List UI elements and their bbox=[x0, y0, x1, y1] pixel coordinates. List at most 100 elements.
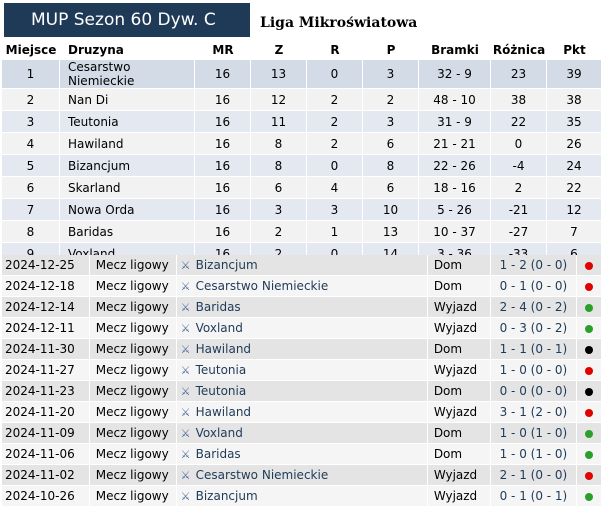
match-opponent[interactable]: ⚔ Hawiland bbox=[176, 339, 428, 360]
match-result bbox=[577, 381, 602, 402]
match-row: 2024-11-02 Mecz ligowy ⚔ Cesarstwo Niemieck… bbox=[2, 465, 602, 486]
standings-cell: 22 bbox=[547, 177, 602, 199]
col-draws: R bbox=[330, 43, 340, 57]
opponent-name[interactable]: Baridas bbox=[196, 447, 241, 461]
standings-cell: 16 bbox=[195, 89, 251, 111]
match-score[interactable]: 2 - 4 (0 - 2) bbox=[490, 297, 578, 318]
match-type: Mecz ligowy bbox=[89, 297, 177, 318]
match-opponent[interactable]: ⚔ Hawiland bbox=[176, 402, 428, 423]
match-date: 2024-12-14 bbox=[2, 297, 90, 318]
team-name[interactable]: Teutonia bbox=[60, 111, 195, 133]
match-score[interactable]: 1 - 0 (1 - 0) bbox=[490, 444, 578, 465]
match-opponent[interactable]: ⚔ Bizancjum bbox=[176, 486, 428, 507]
match-score[interactable]: 3 - 1 (2 - 0) bbox=[490, 402, 578, 423]
standings-cell: 2 bbox=[307, 89, 363, 111]
match-result bbox=[577, 339, 602, 360]
standings-header: Miejsce Druzyna MR Z R P Bramki Różnica … bbox=[2, 40, 602, 60]
opponent-name[interactable]: Teutonia bbox=[196, 363, 247, 377]
match-score[interactable]: 1 - 0 (1 - 0) bbox=[490, 423, 578, 444]
match-date: 2024-12-11 bbox=[2, 318, 90, 339]
crossed-swords-icon: ⚔ bbox=[180, 469, 191, 482]
match-result bbox=[577, 423, 602, 444]
match-type: Mecz ligowy bbox=[89, 402, 177, 423]
opponent-name[interactable]: Bizancjum bbox=[196, 258, 258, 272]
match-opponent[interactable]: ⚔ Voxland bbox=[176, 423, 428, 444]
match-score[interactable]: 2 - 1 (0 - 0) bbox=[490, 465, 578, 486]
opponent-name[interactable]: Teutonia bbox=[196, 384, 247, 398]
standings-cell: 48 - 10 bbox=[419, 89, 491, 111]
standings-cell: 22 - 26 bbox=[419, 155, 491, 177]
team-name[interactable]: Skarland bbox=[60, 177, 195, 199]
match-score[interactable]: 0 - 0 (0 - 0) bbox=[490, 381, 578, 402]
match-score[interactable]: 0 - 3 (0 - 2) bbox=[490, 318, 578, 339]
standings-cell: 1 bbox=[2, 60, 60, 89]
crossed-swords-icon: ⚔ bbox=[180, 490, 191, 503]
col-losses: P bbox=[386, 43, 396, 57]
match-row: 2024-11-20 Mecz ligowy ⚔ Hawiland Wyjazd 3 - … bbox=[2, 402, 602, 423]
team-name[interactable]: Nan Di bbox=[60, 89, 195, 111]
team-name[interactable]: Hawiland bbox=[60, 133, 195, 155]
result-dot-icon bbox=[585, 366, 594, 375]
match-venue: Dom bbox=[427, 423, 491, 444]
standings-cell: 13 bbox=[251, 60, 307, 89]
standings-cell: 24 bbox=[547, 155, 602, 177]
col-points: Pkt bbox=[563, 43, 586, 57]
opponent-name[interactable]: Cesarstwo Niemieckie bbox=[196, 468, 329, 482]
col-place: Miejsce bbox=[5, 43, 57, 57]
standings-cell: 31 - 9 bbox=[419, 111, 491, 133]
standings-cell: 39 bbox=[547, 60, 602, 89]
standings-cell: 10 bbox=[363, 199, 419, 221]
match-opponent[interactable]: ⚔ Baridas bbox=[176, 297, 428, 318]
opponent-name[interactable]: Voxland bbox=[196, 426, 243, 440]
match-type: Mecz ligowy bbox=[89, 423, 177, 444]
match-opponent[interactable]: ⚔ Baridas bbox=[176, 444, 428, 465]
standings-cell: 12 bbox=[547, 199, 602, 221]
match-date: 2024-11-23 bbox=[2, 381, 90, 402]
standings-cell: 6 bbox=[363, 133, 419, 155]
match-type: Mecz ligowy bbox=[89, 486, 177, 507]
standings-cell: 22 bbox=[491, 111, 547, 133]
match-score[interactable]: 1 - 0 (0 - 0) bbox=[490, 360, 578, 381]
team-name[interactable]: Baridas bbox=[60, 221, 195, 243]
team-name[interactable]: Bizancjum bbox=[60, 155, 195, 177]
team-name[interactable]: Nowa Orda bbox=[60, 199, 195, 221]
standings-cell: 16 bbox=[195, 133, 251, 155]
standings-cell: 5 - 26 bbox=[419, 199, 491, 221]
matches-table: 2024-12-25 Mecz ligowy ⚔ Bizancjum Dom 1 - 2 … bbox=[2, 255, 602, 507]
crossed-swords-icon: ⚔ bbox=[180, 385, 191, 398]
match-opponent[interactable]: ⚔ Cesarstwo Niemieckie bbox=[176, 276, 428, 297]
match-row: 2024-12-18 Mecz ligowy ⚔ Cesarstwo Niemieck… bbox=[2, 276, 602, 297]
opponent-name[interactable]: Cesarstwo Niemieckie bbox=[196, 279, 329, 293]
standings-cell: 16 bbox=[195, 177, 251, 199]
match-score[interactable]: 0 - 1 (0 - 1) bbox=[490, 486, 578, 507]
crossed-swords-icon: ⚔ bbox=[180, 427, 191, 440]
standings-cell: 7 bbox=[547, 221, 602, 243]
match-venue: Dom bbox=[427, 276, 491, 297]
match-opponent[interactable]: ⚔ Cesarstwo Niemieckie bbox=[176, 465, 428, 486]
match-result bbox=[577, 465, 602, 486]
match-opponent[interactable]: ⚔ Voxland bbox=[176, 318, 428, 339]
opponent-name[interactable]: Hawiland bbox=[196, 342, 251, 356]
match-opponent[interactable]: ⚔ Teutonia bbox=[176, 360, 428, 381]
opponent-name[interactable]: Baridas bbox=[196, 300, 241, 314]
match-type: Mecz ligowy bbox=[89, 444, 177, 465]
match-opponent[interactable]: ⚔ Bizancjum bbox=[176, 255, 428, 276]
match-opponent[interactable]: ⚔ Teutonia bbox=[176, 381, 428, 402]
team-name[interactable]: Cesarstwo Niemieckie bbox=[60, 60, 195, 89]
standings-row: 6 Skarland 16 6 4 6 18 - 16 2 22 bbox=[2, 177, 602, 199]
match-row: 2024-12-11 Mecz ligowy ⚔ Voxland Wyjazd 0 - 3… bbox=[2, 318, 602, 339]
match-venue: Wyjazd bbox=[427, 297, 491, 318]
result-dot-icon bbox=[585, 450, 594, 459]
match-score[interactable]: 1 - 2 (0 - 0) bbox=[490, 255, 578, 276]
match-score[interactable]: 1 - 1 (0 - 1) bbox=[490, 339, 578, 360]
opponent-name[interactable]: Voxland bbox=[196, 321, 243, 335]
crossed-swords-icon: ⚔ bbox=[180, 364, 191, 377]
standings-cell: 2 bbox=[491, 177, 547, 199]
col-wins: Z bbox=[274, 43, 284, 57]
match-row: 2024-10-26 Mecz ligowy ⚔ Bizancjum Wyjazd 0 -… bbox=[2, 486, 602, 507]
opponent-name[interactable]: Bizancjum bbox=[196, 489, 258, 503]
opponent-name[interactable]: Hawiland bbox=[196, 405, 251, 419]
standings-cell: 8 bbox=[2, 221, 60, 243]
standings-cell: 3 bbox=[2, 111, 60, 133]
match-score[interactable]: 0 - 1 (0 - 0) bbox=[490, 276, 578, 297]
